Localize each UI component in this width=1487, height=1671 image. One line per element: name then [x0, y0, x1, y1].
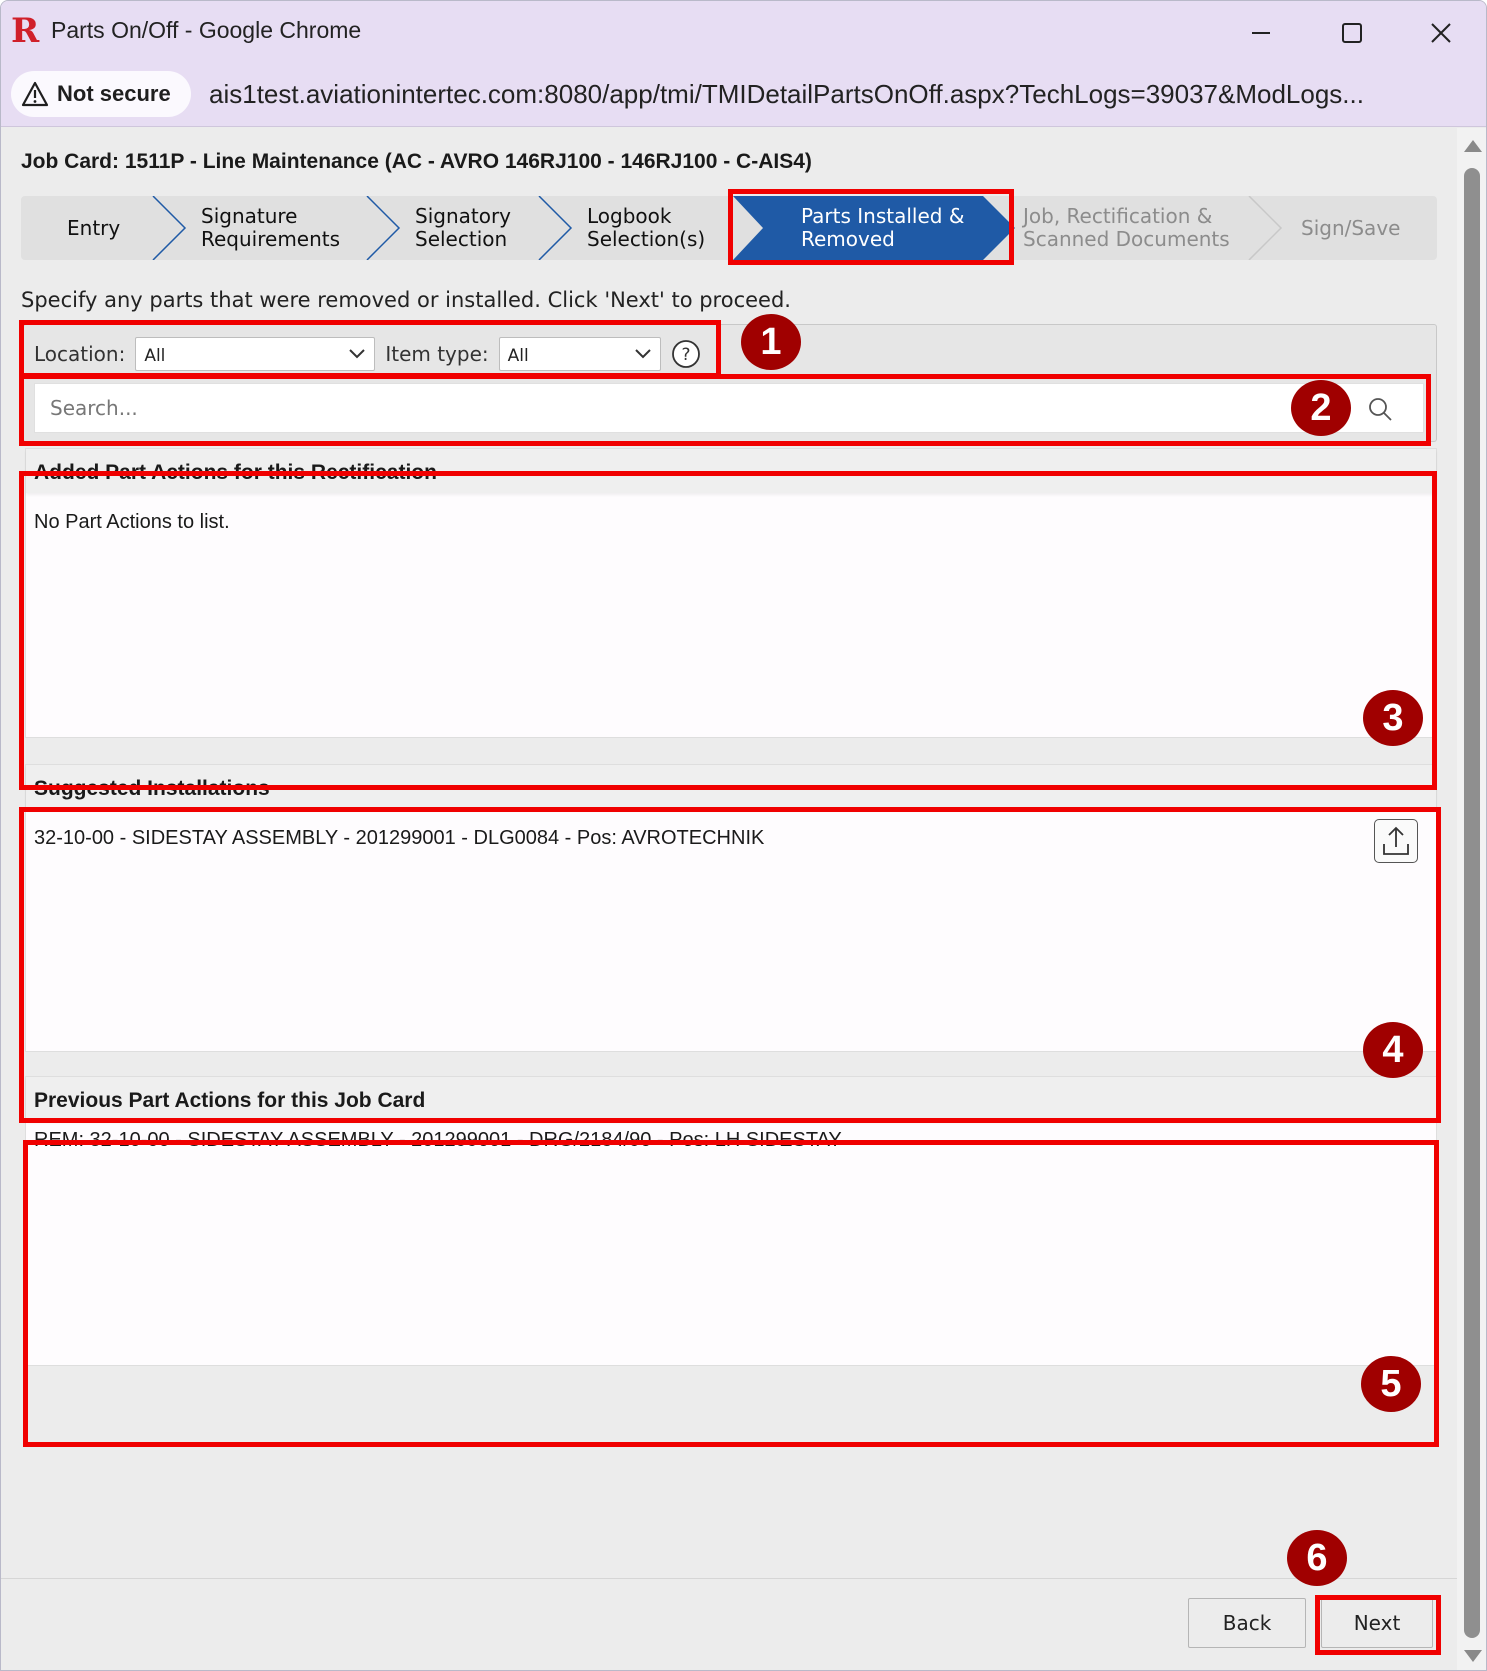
wizard-separator	[1247, 196, 1287, 260]
wizard-step-label: Signature	[201, 204, 298, 228]
annotation-badge-4: 4	[1363, 1022, 1423, 1078]
wizard-step-label: Sign/Save	[1301, 215, 1401, 240]
wizard-step-label: Requirements	[201, 227, 341, 251]
title-bar: R Parts On/Off - Google Chrome	[1, 1, 1486, 63]
security-indicator[interactable]: Not secure	[11, 71, 191, 117]
security-label: Not secure	[57, 81, 171, 106]
url-field[interactable]: ais1test.aviationintertec.com:8080/app/t…	[209, 79, 1479, 110]
wizard-separator	[151, 196, 191, 260]
scrollbar-thumb[interactable]	[1464, 168, 1480, 1638]
annotation-box-1	[19, 320, 721, 378]
annotation-box-4	[19, 807, 1441, 1123]
annotation-box-2	[19, 374, 1431, 446]
instructions-text: Specify any parts that were removed or i…	[21, 288, 791, 312]
scroll-up-arrow-icon[interactable]	[1464, 140, 1482, 152]
chevron-right-icon	[366, 196, 401, 260]
vertical-scrollbar[interactable]	[1457, 128, 1486, 1670]
annotation-badge-1: 1	[741, 314, 801, 370]
annotation-box-3	[19, 471, 1437, 790]
wizard-step-signatory-selection[interactable]: Signatory Selection	[415, 196, 511, 260]
annotation-badge-6: 6	[1287, 1530, 1347, 1586]
wizard-step-label: Selection(s)	[587, 227, 706, 251]
wizard-step-logbook-selection[interactable]: Logbook Selection(s)	[587, 196, 705, 260]
close-window-button[interactable]	[1421, 13, 1461, 53]
app-logo-icon: R	[11, 11, 40, 51]
chevron-right-icon	[152, 196, 187, 260]
wizard-step-label: Logbook	[587, 204, 672, 228]
page-content: Job Card: 1511P - Line Maintenance (AC -…	[1, 128, 1457, 1670]
wizard-step-label: Signatory	[415, 204, 512, 228]
wizard-step-label: Job, Rectification &	[1023, 204, 1213, 228]
chevron-right-icon	[538, 196, 573, 260]
close-icon	[1431, 23, 1451, 43]
wizard-step-job-rectification-documents: Job, Rectification & Scanned Documents	[1023, 196, 1230, 260]
wizard-step-signature-requirements[interactable]: Signature Requirements	[201, 196, 340, 260]
annotation-badge-5: 5	[1361, 1356, 1421, 1412]
warning-icon	[21, 81, 49, 107]
minimize-button[interactable]	[1241, 13, 1281, 53]
annotation-badge-2: 2	[1291, 380, 1351, 436]
chevron-right-icon	[1248, 196, 1283, 260]
scroll-down-arrow-icon[interactable]	[1464, 1650, 1482, 1662]
wizard-step-label: Selection	[415, 227, 508, 251]
page-title: Job Card: 1511P - Line Maintenance (AC -…	[21, 150, 812, 173]
wizard-step-sign-save: Sign/Save	[1301, 196, 1400, 260]
wizard-separator	[365, 196, 405, 260]
address-bar: Not secure ais1test.aviationintertec.com…	[1, 63, 1486, 127]
back-button[interactable]: Back	[1188, 1598, 1306, 1648]
wizard-separator	[537, 196, 577, 260]
footer-divider	[1, 1578, 1457, 1579]
maximize-button[interactable]	[1331, 13, 1371, 53]
wizard-step-entry[interactable]: Entry	[67, 196, 120, 260]
annotation-badge-3: 3	[1363, 690, 1423, 746]
wizard-step-label: Entry	[67, 215, 121, 240]
annotation-box-5	[23, 1140, 1439, 1447]
annotation-box-6	[1315, 1595, 1441, 1655]
browser-window: R Parts On/Off - Google Chrome Not secur…	[0, 0, 1487, 1671]
wizard-step-label: Scanned Documents	[1023, 227, 1230, 251]
window-title: Parts On/Off - Google Chrome	[51, 17, 362, 43]
maximize-icon	[1342, 23, 1362, 43]
annotation-box-wizard-step	[728, 189, 1014, 265]
minimize-icon	[1252, 32, 1270, 34]
